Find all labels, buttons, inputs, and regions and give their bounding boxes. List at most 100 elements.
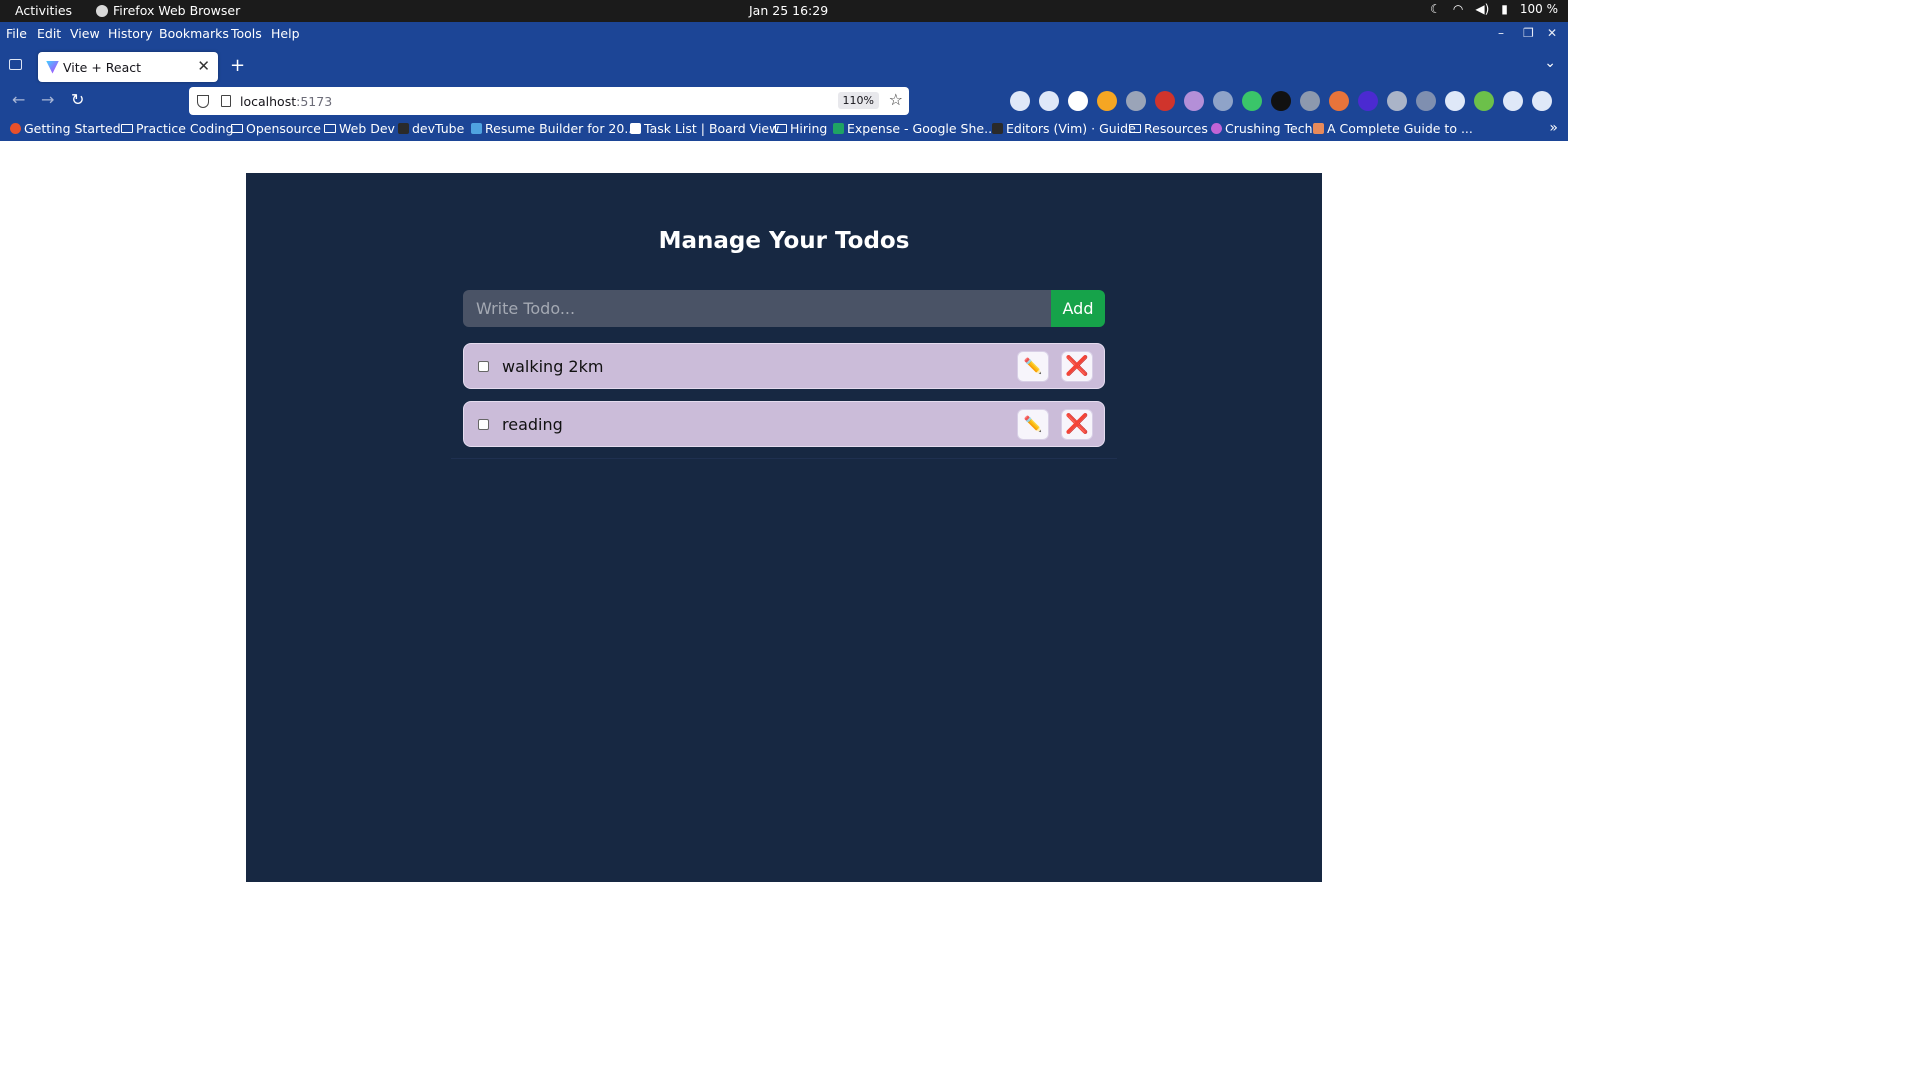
tab-title: Vite + React <box>63 59 142 75</box>
hamburger-menu-icon[interactable] <box>1532 91 1552 111</box>
firefox-icon <box>10 123 21 134</box>
folder-icon <box>324 124 336 133</box>
close-window-icon[interactable]: ✕ <box>1547 26 1557 40</box>
app-name: Firefox Web Browser <box>113 3 241 18</box>
notion-icon <box>630 123 641 134</box>
extension-circle-icon[interactable] <box>1300 91 1320 111</box>
reload-icon[interactable]: ↻ <box>71 90 84 109</box>
tracking-protection-icon[interactable] <box>197 94 209 108</box>
bookmark-expense-sheet[interactable]: Expense - Google She... <box>833 121 996 136</box>
terminal-icon <box>992 123 1003 134</box>
bookmark-practice-coding[interactable]: Practice Coding <box>121 121 234 136</box>
app-menu[interactable]: Firefox Web Browser <box>96 3 240 18</box>
bookmark-task-list[interactable]: Task List | Board View <box>630 121 779 136</box>
folder-icon <box>1129 124 1141 133</box>
extension-purple-icon[interactable] <box>1184 91 1204 111</box>
todo-input[interactable] <box>463 290 1051 327</box>
guide-icon <box>1313 123 1324 134</box>
wifi-icon: ◠ <box>1452 2 1464 16</box>
extension-red-icon[interactable] <box>1155 91 1175 111</box>
vite-favicon-icon <box>46 60 59 74</box>
address-bar[interactable]: localhost:5173 110% ☆ <box>189 87 909 115</box>
menu-file[interactable]: File <box>6 26 27 41</box>
folder-icon <box>121 124 133 133</box>
extension-icons <box>1010 91 1552 111</box>
menu-tools[interactable]: Tools <box>231 26 262 41</box>
bookmark-opensource[interactable]: Opensource <box>231 121 321 136</box>
todo-checkbox[interactable] <box>478 419 489 430</box>
battery-icon: ▮ <box>1501 2 1508 16</box>
firefox-view-icon[interactable] <box>9 59 22 70</box>
list-all-tabs-icon[interactable]: ⌄ <box>1544 55 1556 71</box>
minimize-icon[interactable]: – <box>1498 26 1504 40</box>
activities-button[interactable]: Activities <box>15 3 72 18</box>
pocket-icon[interactable] <box>1010 91 1030 111</box>
list-divider <box>451 458 1117 459</box>
bookmark-crushing-tech[interactable]: Crushing Tech <box>1211 121 1313 136</box>
menu-edit[interactable]: Edit <box>37 26 61 41</box>
menu-bookmarks[interactable]: Bookmarks <box>159 26 229 41</box>
delete-x-icon[interactable]: ❌ <box>1061 409 1093 440</box>
page-title: Manage Your Todos <box>658 228 910 254</box>
navigation-toolbar: ← → ↻ localhost:5173 110% ☆ <box>0 84 1568 118</box>
site-info-icon[interactable] <box>221 95 231 107</box>
extension-grey-icon[interactable] <box>1126 91 1146 111</box>
bookmark-star-icon[interactable]: ☆ <box>889 90 903 109</box>
url-text[interactable]: localhost:5173 <box>240 94 332 109</box>
menu-history[interactable]: History <box>108 26 152 41</box>
bookmark-complete-guide[interactable]: A Complete Guide to ... <box>1313 121 1473 136</box>
folder-icon <box>775 124 787 133</box>
menu-help[interactable]: Help <box>271 26 300 41</box>
volume-icon: ◀) <box>1475 2 1490 16</box>
bookmark-resume-builder[interactable]: Resume Builder for 20... <box>471 121 636 136</box>
bookmark-hiring[interactable]: Hiring <box>775 121 827 136</box>
close-tab-icon[interactable]: ✕ <box>197 57 210 75</box>
zoom-indicator[interactable]: 110% <box>837 92 879 109</box>
new-tab-icon[interactable]: + <box>230 55 245 76</box>
extension-shield-icon[interactable] <box>1416 91 1436 111</box>
resume-builder-icon <box>471 123 482 134</box>
bookmark-devtube[interactable]: devTube <box>398 121 464 136</box>
extension-frog-icon[interactable] <box>1474 91 1494 111</box>
edit-pencil-icon[interactable]: ✏️ <box>1017 409 1049 440</box>
edit-pencil-icon[interactable]: ✏️ <box>1017 351 1049 382</box>
todo-text[interactable]: reading <box>502 415 563 434</box>
google-sheets-icon <box>833 123 844 134</box>
bookmark-resources[interactable]: Resources <box>1129 121 1208 136</box>
extension-green-icon[interactable] <box>1242 91 1262 111</box>
clock[interactable]: Jan 25 16:29 <box>749 3 828 18</box>
extension-black-icon[interactable] <box>1271 91 1291 111</box>
todo-checkbox[interactable] <box>478 361 489 372</box>
todo-text[interactable]: walking 2km <box>502 357 603 376</box>
system-tray[interactable]: ☾ ◠ ◀) ▮ 100 % <box>1430 2 1558 16</box>
bookmark-editors-vim[interactable]: Editors (Vim) · Guide <box>992 121 1136 136</box>
battery-percentage: 100 % <box>1519 2 1558 16</box>
menu-bar: File Edit View History Bookmarks Tools H… <box>0 22 1568 44</box>
todo-item: reading ✏️ ❌ <box>463 401 1105 447</box>
downloads-icon[interactable] <box>1039 91 1059 111</box>
bookmark-web-dev[interactable]: Web Dev <box>324 121 395 136</box>
extension-fox-icon[interactable] <box>1329 91 1349 111</box>
crushing-tech-icon <box>1211 123 1222 134</box>
delete-x-icon[interactable]: ❌ <box>1061 351 1093 382</box>
extensions-puzzle-icon[interactable] <box>1503 91 1523 111</box>
menu-view[interactable]: View <box>70 26 100 41</box>
todo-app: Manage Your Todos Add walking 2km ✏️ ❌ r… <box>246 173 1322 882</box>
adblock-icon[interactable] <box>1213 91 1233 111</box>
tab-vite-react[interactable]: Vite + React ✕ <box>38 52 218 82</box>
restore-icon[interactable]: ❐ <box>1523 26 1534 40</box>
todo-item: walking 2km ✏️ ❌ <box>463 343 1105 389</box>
bookmark-getting-started[interactable]: Getting Started <box>10 121 121 136</box>
devtools-icon[interactable] <box>1445 91 1465 111</box>
add-button[interactable]: Add <box>1051 290 1105 327</box>
more-bookmarks-icon[interactable]: » <box>1549 120 1558 136</box>
back-icon[interactable]: ← <box>12 90 25 109</box>
extension-gem-icon[interactable] <box>1358 91 1378 111</box>
extension-orange-icon[interactable] <box>1097 91 1117 111</box>
devtube-icon <box>398 123 409 134</box>
system-top-bar: Activities Firefox Web Browser Jan 25 16… <box>0 0 1568 22</box>
extension-pen-icon[interactable] <box>1387 91 1407 111</box>
night-light-icon: ☾ <box>1430 2 1441 16</box>
forward-icon[interactable]: → <box>41 90 54 109</box>
extension-a-icon[interactable] <box>1068 91 1088 111</box>
